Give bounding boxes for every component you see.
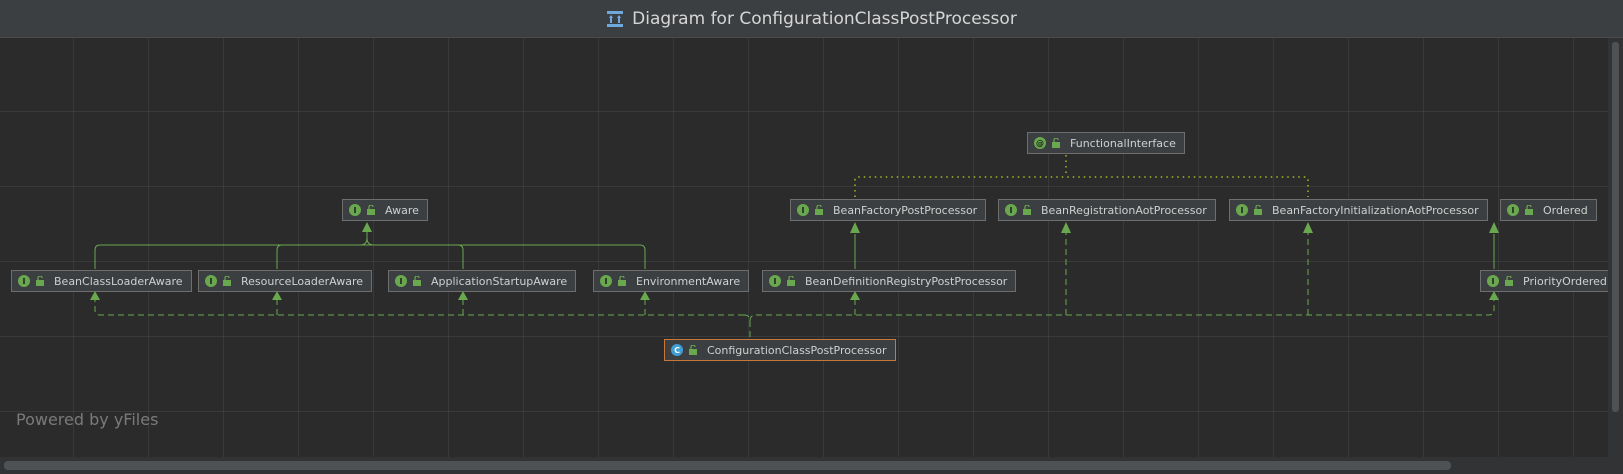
interface-icon: I: [18, 275, 30, 287]
node-label: PriorityOrdered: [1523, 274, 1607, 288]
inheritance-edges: [94, 232, 1495, 269]
lock-open-icon: [1525, 205, 1533, 215]
annotation-edges: [854, 155, 1309, 197]
node-label: ResourceLoaderAware: [241, 274, 363, 288]
lock-open-icon: [367, 205, 375, 215]
interface-icon: I: [205, 275, 217, 287]
interface-icon: I: [600, 275, 612, 287]
node-bean-class-loader-aware[interactable]: I BeanClassLoaderAware: [11, 270, 192, 292]
horizontal-scrollbar-thumb[interactable]: [4, 461, 1451, 470]
diagram-icon: [607, 10, 624, 27]
node-environment-aware[interactable]: I EnvironmentAware: [593, 270, 750, 292]
lock-open-icon: [1254, 205, 1262, 215]
node-priority-ordered[interactable]: I PriorityOrdered: [1480, 270, 1608, 292]
node-label: BeanClassLoaderAware: [54, 274, 183, 288]
node-bean-factory-initialization-aot-processor[interactable]: I BeanFactoryInitializationAotProcessor: [1229, 199, 1488, 221]
node-label: ConfigurationClassPostProcessor: [707, 343, 887, 357]
lock-open-icon: [815, 205, 823, 215]
interface-icon: I: [1507, 204, 1519, 216]
node-label: Aware: [385, 203, 419, 217]
node-label: BeanFactoryPostProcessor: [833, 203, 978, 217]
interface-icon: I: [1487, 275, 1499, 287]
lock-open-icon: [689, 345, 697, 355]
node-bean-factory-post-processor[interactable]: I BeanFactoryPostProcessor: [790, 199, 987, 221]
powered-by-watermark: Powered by yFiles: [16, 410, 159, 429]
class-icon: C: [671, 344, 683, 356]
lock-open-icon: [1052, 138, 1060, 148]
node-label: ApplicationStartupAware: [431, 274, 568, 288]
interface-icon: I: [1236, 204, 1248, 216]
diagram-canvas[interactable]: @ FunctionalInterface I Aware I BeanFact…: [0, 38, 1608, 457]
node-configuration-class-post-processor[interactable]: C ConfigurationClassPostProcessor: [664, 339, 896, 361]
interface-icon: I: [769, 275, 781, 287]
node-resource-loader-aware[interactable]: I ResourceLoaderAware: [198, 270, 372, 292]
interface-icon: I: [797, 204, 809, 216]
lock-open-icon: [1505, 276, 1513, 286]
lock-open-icon: [618, 276, 626, 286]
node-aware[interactable]: I Aware: [342, 199, 428, 221]
interface-icon: I: [349, 204, 361, 216]
annotation-icon: @: [1034, 137, 1046, 149]
lock-open-icon: [1023, 205, 1031, 215]
lock-open-icon: [223, 276, 231, 286]
node-label: Ordered: [1543, 203, 1588, 217]
diagram-title-bar: Diagram for ConfigurationClassPostProces…: [0, 0, 1623, 38]
node-label: EnvironmentAware: [636, 274, 741, 288]
node-label: BeanRegistrationAotProcessor: [1041, 203, 1207, 217]
node-functional-interface[interactable]: @ FunctionalInterface: [1027, 132, 1185, 154]
interface-icon: I: [395, 275, 407, 287]
vertical-scrollbar-thumb[interactable]: [1612, 42, 1619, 412]
node-ordered[interactable]: I Ordered: [1500, 199, 1597, 221]
vertical-scrollbar[interactable]: [1608, 38, 1623, 457]
node-label: BeanDefinitionRegistryPostProcessor: [805, 274, 1008, 288]
node-label: FunctionalInterface: [1070, 136, 1176, 150]
lock-open-icon: [413, 276, 421, 286]
diagram-title: Diagram for ConfigurationClassPostProces…: [632, 8, 1017, 29]
diagram-edges: [90, 155, 1499, 337]
node-application-startup-aware[interactable]: I ApplicationStartupAware: [388, 270, 577, 292]
node-bean-registration-aot-processor[interactable]: I BeanRegistrationAotProcessor: [998, 199, 1216, 221]
lock-open-icon: [787, 276, 795, 286]
node-label: BeanFactoryInitializationAotProcessor: [1272, 203, 1479, 217]
horizontal-scrollbar[interactable]: [0, 457, 1623, 474]
lock-open-icon: [36, 276, 44, 286]
interface-icon: I: [1005, 204, 1017, 216]
node-bean-definition-registry-post-processor[interactable]: I BeanDefinitionRegistryPostProcessor: [762, 270, 1017, 292]
